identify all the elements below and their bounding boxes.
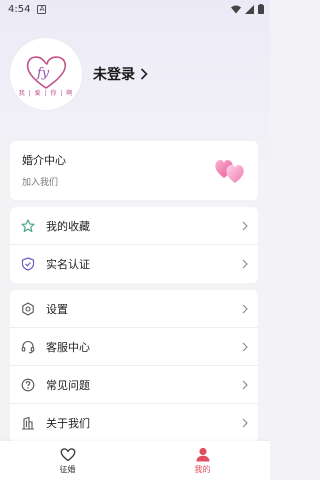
wifi-icon (231, 5, 241, 13)
shield-icon (20, 256, 36, 272)
menu-item-label: 实名认证 (46, 258, 90, 271)
menu-group-1: 我的收藏 实名认证 (10, 207, 258, 283)
logo-heart-icon: fy (26, 55, 67, 89)
question-icon (20, 377, 36, 393)
logo-text: fy (36, 66, 50, 81)
signal-icon (245, 4, 254, 14)
chevron-right-icon (140, 68, 148, 80)
menu-item-verification[interactable]: 实名认证 (10, 245, 258, 283)
matchmaker-subtitle: 加入我们 (22, 178, 59, 188)
tab-matchmaking[interactable]: 征婚 (0, 441, 135, 480)
menu-item-label: 常见问题 (46, 378, 90, 392)
matchmaker-card[interactable]: 婚介中心 加入我们 (10, 141, 258, 200)
menu-item-label: 设置 (46, 302, 68, 316)
tab-mine[interactable]: 我的 (135, 441, 270, 480)
star-icon (20, 218, 36, 234)
status-bar: 4:54 A (0, 0, 270, 18)
menu-item-label: 客服中心 (46, 340, 90, 354)
logo-subtext: 我 | 爱 | 你 | 啊 (18, 89, 74, 97)
tab-label: 我的 (194, 464, 211, 474)
menu-item-customer-service[interactable]: 客服中心 (10, 328, 258, 366)
chevron-right-icon (242, 380, 248, 390)
status-time: 4:54 (8, 3, 31, 15)
menu-item-favorites[interactable]: 我的收藏 (10, 207, 258, 245)
menu-item-about[interactable]: 关于我们 (10, 404, 258, 442)
chevron-right-icon (242, 304, 248, 314)
headset-icon (20, 339, 36, 355)
chevron-right-icon (242, 418, 248, 428)
avatar[interactable]: fy 我 | 爱 | 你 | 啊 (10, 38, 82, 110)
menu-item-settings[interactable]: 设置 (10, 290, 258, 328)
menu-item-label: 关于我们 (46, 417, 90, 430)
login-button[interactable]: 未登录 (93, 64, 148, 84)
battery-icon (258, 4, 264, 14)
settings-icon (20, 301, 36, 317)
notification-a-icon: A (37, 4, 47, 14)
menu-group-2: 设置 客服中心 常见问题 关于我们 (10, 290, 258, 442)
menu-item-label: 我的收藏 (46, 219, 90, 233)
matchmaker-title: 婚介中心 (22, 154, 66, 167)
profile-header: fy 我 | 爱 | 你 | 啊 未登录 (10, 38, 148, 110)
building-icon (20, 415, 36, 431)
chevron-right-icon (242, 342, 248, 352)
login-label: 未登录 (93, 67, 135, 83)
hearts-icon (215, 160, 244, 183)
chevron-right-icon (242, 221, 248, 231)
screen: 4:54 A fy 我 | 爱 | 你 | 啊 未登录 婚介中心 加入我们 我的… (0, 0, 270, 480)
menu-item-faq[interactable]: 常见问题 (10, 366, 258, 404)
user-icon (196, 447, 209, 461)
tab-label: 征婚 (59, 464, 76, 474)
status-icons (231, 4, 264, 14)
heart-outline-icon (60, 447, 75, 461)
bottom-nav: 征婚 我的 (0, 441, 270, 480)
chevron-right-icon (242, 259, 248, 269)
